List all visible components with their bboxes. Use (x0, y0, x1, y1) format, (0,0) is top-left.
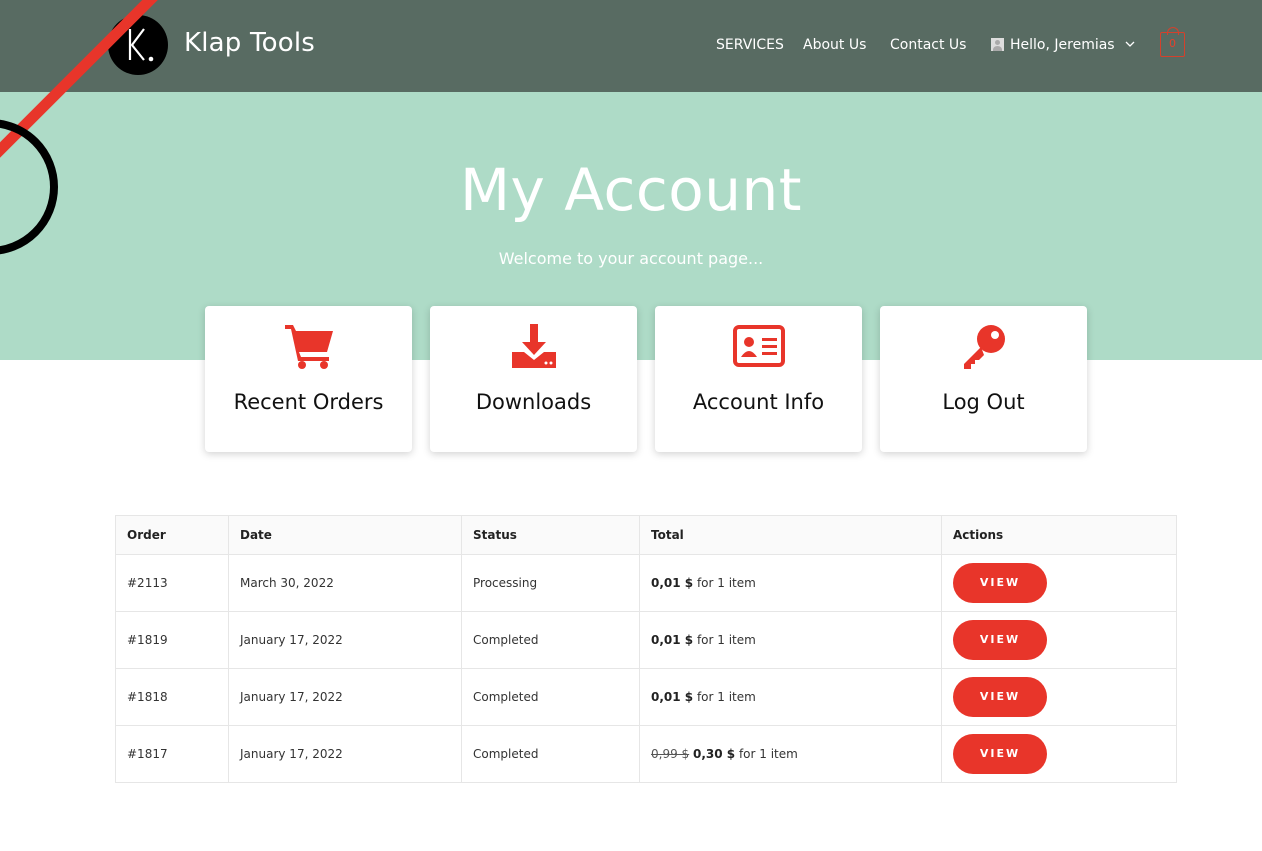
user-menu[interactable]: Hello, Jeremias (991, 37, 1135, 53)
total-amount: 0,01 $ (651, 690, 694, 704)
column-header-order: Order (115, 515, 229, 555)
table-row: #1817 January 17, 2022 Completed 0,99 $ … (115, 725, 1177, 783)
page-title: My Account (460, 156, 802, 224)
card-log-out[interactable]: Log Out (880, 306, 1087, 452)
order-actions: VIEW (941, 554, 1177, 612)
order-date: January 17, 2022 (228, 611, 462, 669)
card-label: Account Info (692, 390, 825, 414)
order-status: Completed (461, 725, 640, 783)
user-menu-label: Hello, Jeremias (1010, 37, 1115, 53)
order-total: 0,01 $ for 1 item (639, 554, 942, 612)
table-header-row: Order Date Status Total Actions (115, 515, 1177, 555)
nav-services[interactable]: SERVICES (716, 37, 784, 53)
card-account-info[interactable]: Account Info (655, 306, 862, 452)
total-amount: 0,01 $ (651, 576, 694, 590)
orders-table: Order Date Status Total Actions #2113 Ma… (115, 515, 1177, 783)
chevron-down-icon (1125, 41, 1135, 47)
card-label: Downloads (475, 390, 592, 414)
order-number[interactable]: #1818 (115, 668, 229, 726)
view-button[interactable]: VIEW (953, 734, 1047, 774)
download-icon (511, 324, 556, 368)
cart-button[interactable]: 0 (1160, 27, 1185, 57)
nav-about-us[interactable]: About Us (803, 37, 866, 53)
column-header-total: Total (639, 515, 942, 555)
card-downloads[interactable]: Downloads (430, 306, 637, 452)
order-number[interactable]: #1817 (115, 725, 229, 783)
order-total: 0,01 $ for 1 item (639, 668, 942, 726)
cart-icon (284, 325, 333, 369)
order-actions: VIEW (941, 611, 1177, 669)
order-status: Processing (461, 554, 640, 612)
logo-k-icon (128, 28, 154, 62)
view-button[interactable]: VIEW (953, 677, 1047, 717)
order-status: Completed (461, 668, 640, 726)
order-total: 0,01 $ for 1 item (639, 611, 942, 669)
card-label: Log Out (942, 390, 1025, 414)
order-date: January 17, 2022 (228, 668, 462, 726)
table-row: #1818 January 17, 2022 Completed 0,01 $ … (115, 668, 1177, 726)
order-actions: VIEW (941, 668, 1177, 726)
site-title[interactable]: Klap Tools (184, 28, 315, 58)
order-number[interactable]: #2113 (115, 554, 229, 612)
card-label: Recent Orders (233, 390, 384, 414)
order-status: Completed (461, 611, 640, 669)
column-header-status: Status (461, 515, 640, 555)
view-button[interactable]: VIEW (953, 563, 1047, 603)
order-number[interactable]: #1819 (115, 611, 229, 669)
logo[interactable] (108, 15, 168, 75)
order-date: March 30, 2022 (228, 554, 462, 612)
order-total: 0,99 $ 0,30 $ for 1 item (639, 725, 942, 783)
view-button[interactable]: VIEW (953, 620, 1047, 660)
total-suffix: for 1 item (693, 633, 756, 647)
total-suffix: for 1 item (693, 690, 756, 704)
column-header-date: Date (228, 515, 462, 555)
order-date: January 17, 2022 (228, 725, 462, 783)
cart-count: 0 (1169, 37, 1176, 50)
id-card-icon (732, 325, 785, 367)
total-suffix: for 1 item (693, 576, 756, 590)
page-subtitle: Welcome to your account page... (498, 249, 764, 268)
avatar (991, 38, 1004, 51)
site-header: Klap Tools SERVICES About Us Contact Us … (0, 0, 1262, 92)
key-icon (963, 325, 1005, 369)
total-suffix: for 1 item (735, 747, 798, 761)
card-recent-orders[interactable]: Recent Orders (205, 306, 412, 452)
total-amount: 0,30 $ (693, 747, 736, 761)
total-original: 0,99 $ (651, 747, 690, 761)
table-row: #1819 January 17, 2022 Completed 0,01 $ … (115, 611, 1177, 669)
nav-contact-us[interactable]: Contact Us (890, 37, 966, 53)
column-header-actions: Actions (941, 515, 1177, 555)
total-amount: 0,01 $ (651, 633, 694, 647)
order-actions: VIEW (941, 725, 1177, 783)
table-row: #2113 March 30, 2022 Processing 0,01 $ f… (115, 554, 1177, 612)
